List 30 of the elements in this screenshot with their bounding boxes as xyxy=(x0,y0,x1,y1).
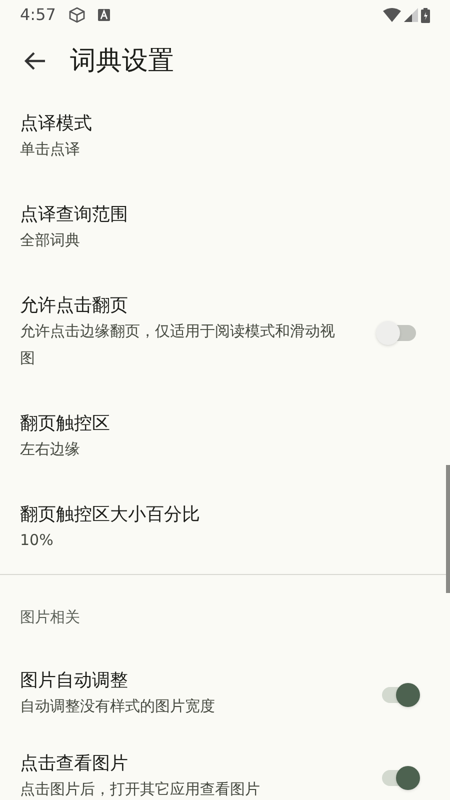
screen-title: 词典设置 xyxy=(70,44,174,78)
item-title: 翻页触控区 xyxy=(20,412,111,436)
item-title: 点译查询范围 xyxy=(20,203,129,227)
item-summary: 单击点译 xyxy=(20,139,80,160)
signal-icon xyxy=(404,8,418,22)
text-icon xyxy=(98,9,110,21)
item-summary: 允许点击边缘翻页，仅适用于阅读模式和滑动视图 xyxy=(20,321,336,369)
preference-item[interactable]: 翻页触控区 左右边缘 xyxy=(0,392,450,483)
item-summary: 左右边缘 xyxy=(20,439,80,460)
preference-item[interactable]: 允许点击翻页 允许点击边缘翻页，仅适用于阅读模式和滑动视图 xyxy=(0,274,450,392)
preference-item[interactable]: 翻页触控区大小百分比 10% xyxy=(0,483,450,574)
back-arrow-icon xyxy=(24,51,46,71)
item-title: 图片自动调整 xyxy=(20,669,129,693)
wifi-icon xyxy=(383,8,401,22)
item-summary: 自动调整没有样式的图片宽度 xyxy=(20,696,215,717)
preference-item[interactable]: 图片自动调整 自动调整没有样式的图片宽度 xyxy=(0,653,450,736)
item-title: 点译模式 xyxy=(20,112,93,136)
preference-item[interactable]: 点击查看图片 点击图片后，打开其它应用查看图片 xyxy=(0,736,450,800)
preference-item[interactable]: 点译模式 单击点译 xyxy=(0,92,450,183)
category-header: 图片相关 xyxy=(19,607,81,628)
item-title: 点击查看图片 xyxy=(20,752,129,776)
item-summary: 全部词典 xyxy=(20,230,80,251)
item-title: 允许点击翻页 xyxy=(20,294,129,318)
status-time: 4:57 xyxy=(20,4,56,26)
preference-item[interactable]: 点译查询范围 全部词典 xyxy=(0,183,450,274)
item-title: 翻页触控区大小百分比 xyxy=(20,503,201,527)
item-summary: 点击图片后，打开其它应用查看图片 xyxy=(20,779,260,800)
item-summary: 10% xyxy=(20,530,54,551)
cube-icon xyxy=(68,6,86,24)
battery-icon xyxy=(421,8,430,22)
